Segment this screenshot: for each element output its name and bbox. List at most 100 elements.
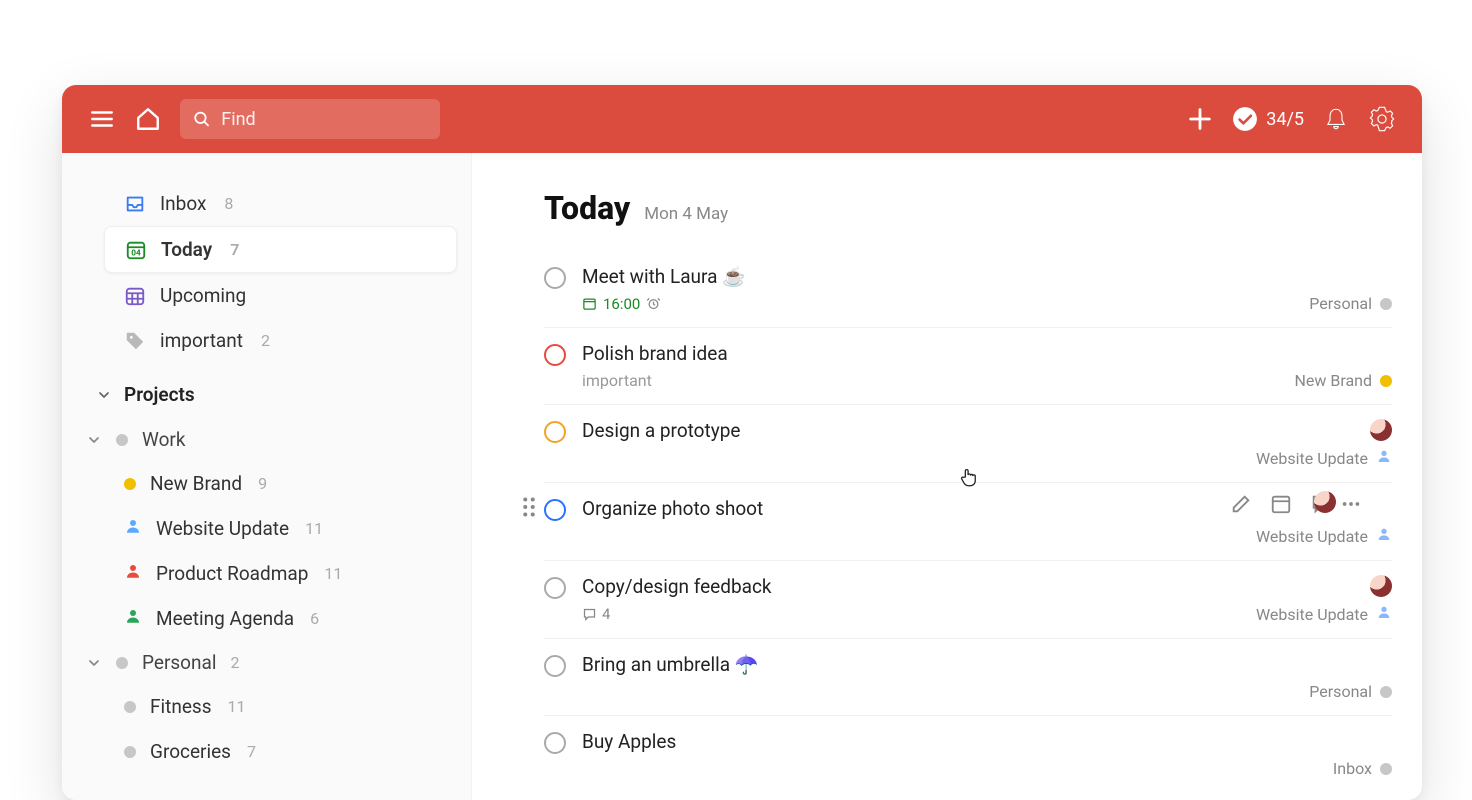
project-dot-icon <box>1380 375 1392 387</box>
project-group-label: Work <box>142 428 185 451</box>
project-group-count: 2 <box>230 653 239 672</box>
sidebar-item-today[interactable]: 04 Today 7 <box>104 226 457 273</box>
search-icon <box>192 108 211 130</box>
edit-icon[interactable] <box>1230 493 1252 519</box>
project-dot-icon <box>124 478 136 490</box>
content-body: Inbox 804 Today 7 Upcoming important 2 P… <box>62 153 1422 800</box>
project-item[interactable]: New Brand 9 <box>118 461 457 506</box>
project-dot-icon <box>1380 298 1392 310</box>
task-comments[interactable]: 4 <box>582 605 610 623</box>
task-row[interactable]: Design a prototype Website Update <box>544 405 1392 483</box>
task-project-tag[interactable]: Personal <box>1309 294 1392 313</box>
task-checkbox[interactable] <box>544 655 566 677</box>
sidebar-item-important[interactable]: important 2 <box>104 318 457 363</box>
project-item-count: 7 <box>247 742 256 761</box>
task-checkbox[interactable] <box>544 577 566 599</box>
task-row[interactable]: Bring an umbrella ☂️ Personal <box>544 639 1392 716</box>
app-window: 34/5 Inbox 804 Today 7 Upcoming importan… <box>62 85 1422 800</box>
project-item[interactable]: Meeting Agenda 6 <box>118 596 457 641</box>
chevron-down-icon <box>86 432 102 448</box>
sidebar-item-upcoming[interactable]: Upcoming <box>104 273 457 318</box>
task-project-label: New Brand <box>1294 371 1372 390</box>
task-row[interactable]: Polish brand idea importantNew Brand <box>544 328 1392 405</box>
sidebar-item-count: 7 <box>230 240 239 259</box>
task-project-label: Inbox <box>1333 759 1372 778</box>
task-project-label: Website Update <box>1256 449 1368 468</box>
person-icon <box>124 517 142 540</box>
project-item[interactable]: Fitness 11 <box>118 684 457 729</box>
project-item[interactable]: Product Roadmap 11 <box>118 551 457 596</box>
task-project-tag[interactable]: New Brand <box>1294 371 1392 390</box>
task-checkbox[interactable] <box>544 344 566 366</box>
chevron-down-icon <box>96 387 112 403</box>
task-time: 16:00 <box>582 295 661 313</box>
calendar-grid-icon <box>124 285 146 307</box>
task-checkbox[interactable] <box>544 732 566 754</box>
task-title: Copy/design feedback <box>582 575 772 598</box>
project-dot-icon <box>116 657 128 669</box>
task-row[interactable]: Copy/design feedback 4 Website Update <box>544 561 1392 639</box>
menu-icon[interactable] <box>88 105 116 133</box>
quick-add-button[interactable] <box>1186 105 1214 133</box>
task-title: Polish brand idea <box>582 342 728 365</box>
project-item[interactable]: Groceries 7 <box>118 729 457 774</box>
task-checkbox[interactable] <box>544 267 566 289</box>
search-input[interactable] <box>221 109 428 130</box>
person-icon <box>1376 526 1392 546</box>
drag-handle-icon[interactable] <box>522 497 536 521</box>
productivity-count: 34/5 <box>1266 109 1304 130</box>
more-icon[interactable] <box>1340 493 1362 519</box>
task-project-label: Personal <box>1309 294 1372 313</box>
topbar: 34/5 <box>62 85 1422 153</box>
project-item-label: Product Roadmap <box>156 562 308 585</box>
productivity-button[interactable]: 34/5 <box>1232 106 1304 132</box>
project-item-count: 11 <box>324 564 342 583</box>
person-icon <box>124 562 142 585</box>
projects-section-header[interactable]: Projects <box>76 367 457 418</box>
schedule-icon[interactable] <box>1270 493 1292 519</box>
search-box[interactable] <box>180 99 440 139</box>
task-title: Meet with Laura ☕ <box>582 265 746 288</box>
project-group-personal[interactable]: Personal 2 <box>76 641 457 684</box>
task-project-tag[interactable]: Website Update <box>1256 448 1392 468</box>
project-item-count: 11 <box>305 519 323 538</box>
project-item[interactable]: Website Update 11 <box>118 506 457 551</box>
calendar-today-icon: 04 <box>125 239 147 261</box>
project-item-count: 6 <box>310 609 319 628</box>
sidebar-item-inbox[interactable]: Inbox 8 <box>104 181 457 226</box>
task-project-tag[interactable]: Personal <box>1309 682 1392 701</box>
task-project-tag[interactable]: Inbox <box>1333 759 1392 778</box>
task-row[interactable]: Buy Apples Inbox <box>544 716 1392 792</box>
sidebar-item-count: 8 <box>224 194 233 213</box>
tag-icon <box>124 330 146 352</box>
task-checkbox[interactable] <box>544 421 566 443</box>
project-dot-icon <box>116 434 128 446</box>
task-row[interactable]: Meet with Laura ☕ 16:00 Personal <box>544 251 1392 328</box>
svg-text:04: 04 <box>131 248 141 258</box>
notifications-icon[interactable] <box>1322 105 1350 133</box>
sidebar-item-label: Inbox <box>160 192 206 215</box>
page-subtitle: Mon 4 May <box>644 204 728 224</box>
task-project-label: Personal <box>1309 682 1372 701</box>
project-group-label: Personal <box>142 651 216 674</box>
project-group-work[interactable]: Work <box>76 418 457 461</box>
sidebar-item-label: important <box>160 329 243 352</box>
sidebar-item-label: Today <box>161 238 212 261</box>
task-title: Organize photo shoot <box>582 497 763 520</box>
task-checkbox[interactable] <box>544 499 566 521</box>
avatar <box>1314 491 1336 513</box>
sidebar-item-label: Upcoming <box>160 284 246 307</box>
task-row[interactable]: Organize photo shoot Website Update <box>544 483 1392 561</box>
home-icon[interactable] <box>134 105 162 133</box>
settings-icon[interactable] <box>1368 105 1396 133</box>
sidebar: Inbox 804 Today 7 Upcoming important 2 P… <box>62 153 472 800</box>
task-project-tag[interactable]: Website Update <box>1256 604 1392 624</box>
person-icon <box>1376 448 1392 468</box>
task-title: Buy Apples <box>582 730 676 753</box>
task-project-tag[interactable]: Website Update <box>1256 526 1392 546</box>
chevron-down-icon <box>86 655 102 671</box>
project-dot-icon <box>124 746 136 758</box>
project-item-label: Fitness <box>150 695 212 718</box>
person-icon <box>1376 604 1392 624</box>
project-item-count: 9 <box>258 474 267 493</box>
